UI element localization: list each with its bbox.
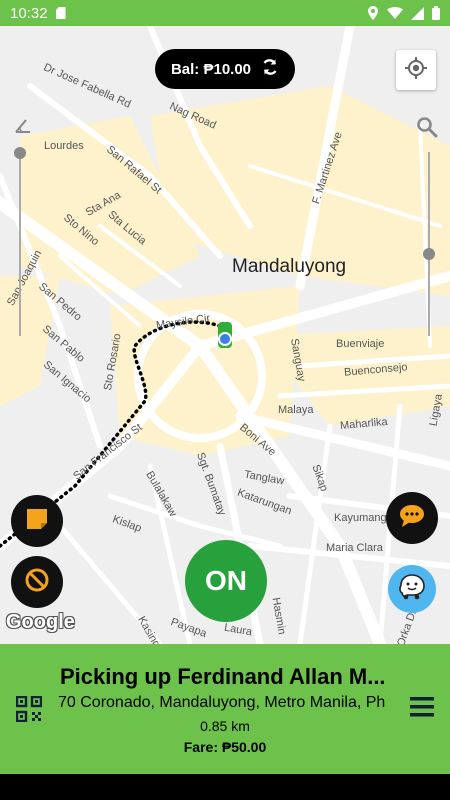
- location-icon: [367, 6, 379, 20]
- ride-info-panel: Picking up Ferdinand Allan M... 70 Coron…: [0, 644, 450, 774]
- tilt-slider-track[interactable]: [19, 156, 21, 336]
- ride-title: Picking up Ferdinand Allan M...: [60, 664, 386, 689]
- search-icon[interactable]: [416, 116, 438, 143]
- waze-icon: [397, 573, 427, 606]
- street-label: Maria Clara: [326, 542, 383, 554]
- status-bar: 10:32: [0, 0, 450, 26]
- wifi-icon: [387, 7, 403, 19]
- ride-distance: 0.85 km: [200, 718, 250, 734]
- street-label: Lourdes: [44, 140, 84, 152]
- ride-fare: Fare: ₱50.00: [183, 739, 267, 755]
- block-icon: [24, 567, 50, 598]
- waze-button[interactable]: [388, 565, 436, 613]
- tilt-slider-thumb[interactable]: [14, 147, 26, 159]
- menu-icon[interactable]: [410, 696, 434, 723]
- chat-bubble-icon: [398, 503, 426, 534]
- google-logo: Google: [6, 611, 75, 633]
- street-label: Malaya: [278, 404, 314, 416]
- zoom-slider-track[interactable]: [428, 152, 430, 336]
- qr-code-icon[interactable]: [15, 695, 43, 727]
- status-time: 10:32: [10, 4, 48, 22]
- city-label: Mandaluyong: [232, 256, 347, 277]
- pickup-address: 70 Coronado, Mandaluyong, Metro Manila, …: [58, 694, 386, 711]
- signal-icon: [411, 6, 424, 20]
- balance-pill[interactable]: Bal: ₱10.00: [155, 49, 295, 89]
- my-location-button[interactable]: [396, 50, 436, 90]
- crosshair-icon: [405, 56, 427, 84]
- online-toggle-button[interactable]: ON: [185, 540, 267, 622]
- battery-icon: [432, 6, 440, 20]
- map-view[interactable]: Dr Jose Fabella Rd Nag Road Lourdes San …: [0, 26, 450, 644]
- zoom-slider-thumb[interactable]: [423, 248, 435, 260]
- balance-label: Bal: ₱10.00: [170, 60, 252, 78]
- tilt-icon[interactable]: [14, 118, 32, 139]
- refresh-icon[interactable]: [261, 58, 279, 80]
- sd-card-icon: [55, 7, 66, 19]
- navigation-bar: [0, 774, 450, 800]
- sticky-note-icon: [25, 507, 49, 536]
- block-button[interactable]: [11, 556, 63, 608]
- chat-button[interactable]: [386, 492, 438, 544]
- street-label: Buenviaje: [336, 338, 385, 350]
- notes-button[interactable]: [11, 495, 63, 547]
